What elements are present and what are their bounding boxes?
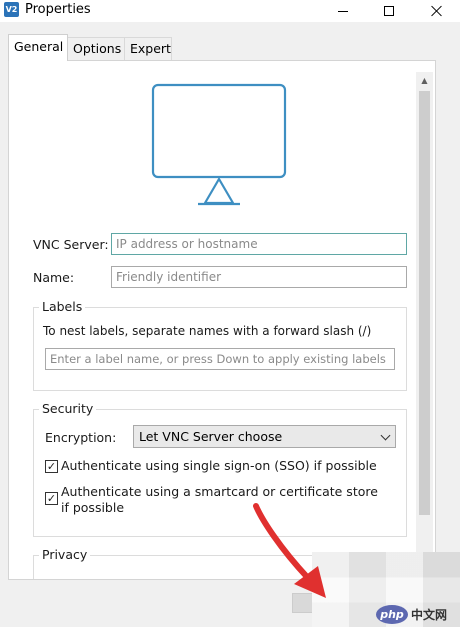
- vnc-app-icon: V2: [4, 2, 19, 17]
- window-title: Properties: [25, 2, 91, 17]
- name-input[interactable]: [111, 266, 407, 288]
- tab-options[interactable]: Options: [67, 37, 125, 60]
- encryption-select[interactable]: Let VNC Server choose: [133, 425, 396, 448]
- general-tab-panel: ▲ VNC Server: Name: Labels To nest label…: [8, 60, 436, 580]
- close-button[interactable]: [414, 0, 460, 22]
- encryption-selected-value: Let VNC Server choose: [139, 429, 283, 444]
- watermark-text: 中文网: [411, 608, 448, 622]
- minimize-icon: [338, 10, 348, 12]
- title-bar: V2 Properties: [0, 0, 460, 22]
- chevron-down-icon: [380, 430, 391, 441]
- label-name-input[interactable]: [45, 348, 395, 370]
- vnc-server-label: VNC Server:: [33, 237, 109, 252]
- scroll-thumb[interactable]: [419, 91, 430, 515]
- maximize-button[interactable]: [366, 0, 412, 22]
- watermark: php 中文网: [376, 604, 458, 625]
- minimize-button[interactable]: [320, 0, 366, 22]
- sso-checkbox[interactable]: ✓: [45, 460, 58, 473]
- labels-help-text: To nest labels, separate names with a fo…: [43, 324, 372, 338]
- privacy-group-title: Privacy: [39, 547, 91, 562]
- sso-checkbox-label[interactable]: Authenticate using single sign-on (SSO) …: [61, 458, 401, 474]
- name-label: Name:: [33, 270, 75, 285]
- labels-group-title: Labels: [39, 299, 86, 314]
- tab-general[interactable]: General: [8, 34, 68, 61]
- vnc-server-input[interactable]: [111, 233, 407, 255]
- monitor-icon: [151, 83, 287, 206]
- maximize-icon: [384, 6, 394, 16]
- smartcard-checkbox[interactable]: ✓: [45, 492, 58, 505]
- security-group-title: Security: [39, 401, 97, 416]
- encryption-label: Encryption:: [45, 430, 117, 445]
- vertical-scrollbar[interactable]: ▲: [416, 72, 433, 577]
- labels-group: Labels To nest labels, separate names wi…: [33, 299, 407, 391]
- red-arrow-icon: [253, 503, 326, 598]
- scroll-up-arrow-icon[interactable]: ▲: [416, 72, 433, 89]
- tab-expert[interactable]: Expert: [124, 37, 172, 60]
- close-icon: [431, 5, 443, 17]
- security-group: Security Encryption: Let VNC Server choo…: [33, 401, 407, 537]
- php-logo: php: [376, 605, 408, 624]
